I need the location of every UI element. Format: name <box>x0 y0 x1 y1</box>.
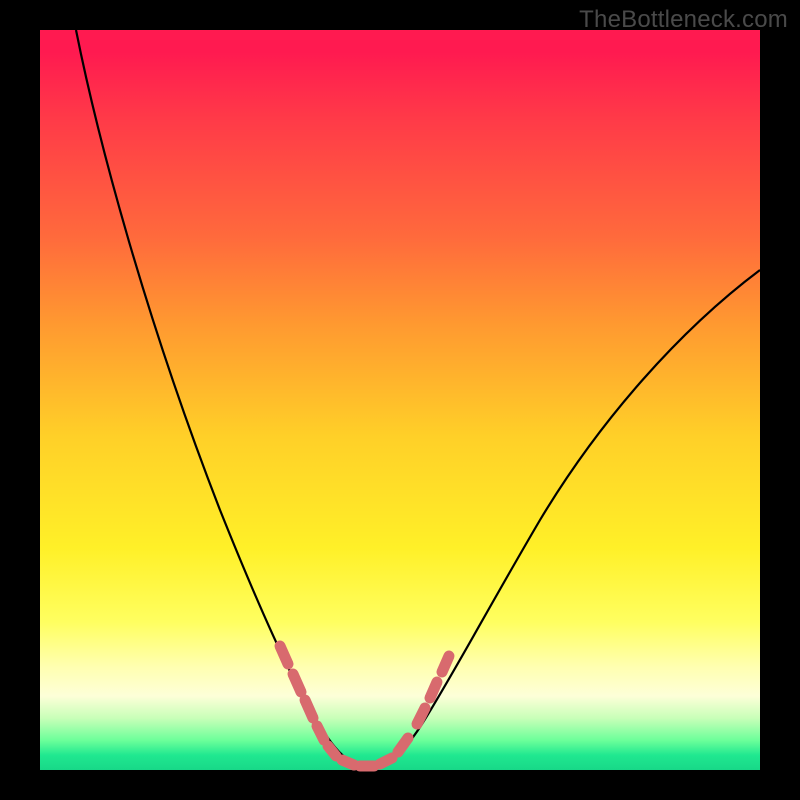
chart-frame: TheBottleneck.com <box>0 0 800 800</box>
plot-area <box>40 30 760 770</box>
bottleneck-curve <box>40 30 760 770</box>
curve-markers <box>280 646 449 766</box>
watermark-text: TheBottleneck.com <box>579 6 788 34</box>
curve-path <box>76 30 760 766</box>
